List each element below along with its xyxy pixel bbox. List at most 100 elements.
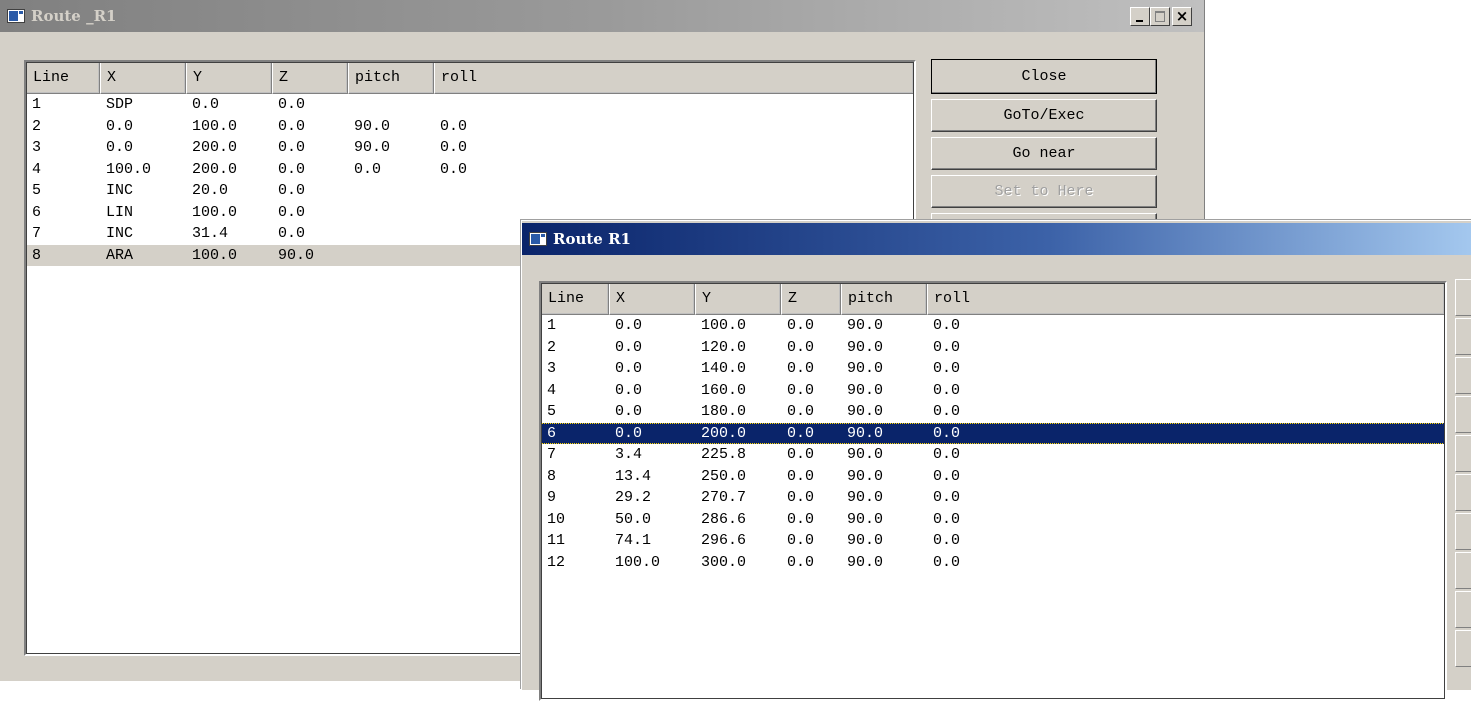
cell-roll: 0.0	[933, 467, 961, 485]
cell-y: 180.0	[701, 403, 747, 420]
cell-x: 13.4	[615, 467, 652, 485]
go-near-button[interactable]: Go near	[931, 137, 1157, 170]
list-row[interactable]: 3 0.0 200.0 0.0 90.0 0.0	[26, 137, 914, 159]
partially-hidden-button[interactable]	[1455, 474, 1471, 511]
partially-hidden-button[interactable]	[1455, 435, 1471, 472]
cell-line: 2	[32, 117, 42, 135]
cell-z: 0.0	[278, 117, 306, 135]
cell-pitch: 90.0	[847, 510, 884, 528]
cell-z: 0.0	[787, 403, 815, 420]
cell-pitch: 0.0	[354, 160, 382, 178]
partially-hidden-button[interactable]	[1455, 357, 1471, 394]
partially-hidden-button[interactable]	[1455, 318, 1471, 355]
cell-pitch	[348, 94, 434, 116]
column-header-pitch[interactable]: pitch	[841, 283, 927, 315]
cell-roll: 0.0	[933, 338, 961, 356]
list-row[interactable]: 1 0.0 100.0 0.0 90.0 0.0	[541, 315, 1445, 337]
column-header-y[interactable]: Y	[186, 62, 272, 94]
list-row[interactable]: 12 100.0 300.0 0.0 90.0 0.0	[541, 552, 1445, 574]
column-header-z[interactable]: Z	[272, 62, 348, 94]
cell-pitch: 90.0	[847, 317, 884, 334]
list-row[interactable]: 7 3.4 225.8 0.0 90.0 0.0	[541, 444, 1445, 466]
column-header-x[interactable]: X	[100, 62, 186, 94]
cell-pitch	[348, 245, 434, 267]
column-header-line[interactable]: Line	[541, 283, 609, 315]
partially-hidden-button[interactable]	[1455, 552, 1471, 589]
goto-exec-button[interactable]: GoTo/Exec	[931, 99, 1157, 132]
cell-roll: 0.0	[933, 489, 961, 506]
cell-y: 20.0	[192, 182, 229, 199]
partially-hidden-button[interactable]	[1455, 591, 1471, 628]
cell-pitch: 90.0	[847, 489, 884, 506]
cell-roll: 0.0	[440, 117, 468, 135]
cell-z: 0.0	[787, 489, 815, 506]
cell-line: 7	[547, 446, 557, 463]
column-header-roll[interactable]: roll	[434, 62, 914, 94]
list-row[interactable]: 11 74.1 296.6 0.0 90.0 0.0	[541, 530, 1445, 552]
cell-pitch: 90.0	[847, 338, 884, 356]
maximize-button[interactable]	[1150, 7, 1170, 26]
cell-y: 225.8	[701, 446, 747, 463]
title-bar[interactable]: Route _R1 ×	[0, 0, 1204, 32]
cell-line: 10	[547, 510, 566, 528]
cell-roll: 0.0	[933, 532, 961, 549]
list-row[interactable]: 9 29.2 270.7 0.0 90.0 0.0	[541, 487, 1445, 509]
cell-x: SDP	[106, 96, 134, 113]
cell-x: 0.0	[106, 139, 134, 156]
cell-line: 3	[547, 360, 557, 377]
app-window-icon	[7, 9, 25, 23]
close-window-button[interactable]: ×	[1172, 7, 1192, 26]
partially-hidden-button[interactable]	[1455, 279, 1471, 316]
window-title: Route R1	[553, 230, 631, 248]
column-header-pitch[interactable]: pitch	[348, 62, 434, 94]
cell-z: 0.0	[787, 381, 815, 399]
cell-roll: 0.0	[933, 553, 961, 571]
cell-y: 160.0	[701, 381, 747, 399]
list-row[interactable]: 2 0.0 120.0 0.0 90.0 0.0	[541, 337, 1445, 359]
cell-x: 29.2	[615, 489, 652, 506]
list-body: 1 0.0 100.0 0.0 90.0 0.0 2 0.0 120.0 0.0 90.0 0.0 3 0…	[541, 315, 1445, 573]
list-row[interactable]: 8 13.4 250.0 0.0 90.0 0.0	[541, 466, 1445, 488]
column-header-y[interactable]: Y	[695, 283, 781, 315]
cell-pitch: 90.0	[847, 424, 884, 442]
set-to-here-button[interactable]: Set to Here	[931, 175, 1157, 208]
cell-x: INC	[106, 225, 134, 242]
route-points-list[interactable]: Line X Y Z pitch roll 1 0.0 100.0 0.0 90.0 0.…	[539, 281, 1447, 701]
list-row[interactable]: 4 0.0 160.0 0.0 90.0 0.0	[541, 380, 1445, 402]
partially-hidden-button[interactable]	[1455, 513, 1471, 550]
cell-roll	[434, 94, 634, 116]
list-header: Line X Y Z pitch roll	[541, 283, 1445, 315]
cell-pitch: 90.0	[847, 446, 884, 463]
list-row[interactable]: 3 0.0 140.0 0.0 90.0 0.0	[541, 358, 1445, 380]
cell-roll: 0.0	[933, 317, 961, 334]
list-row[interactable]: 5 0.0 180.0 0.0 90.0 0.0	[541, 401, 1445, 423]
list-row[interactable]: 4 100.0 200.0 0.0 0.0 0.0	[26, 159, 914, 181]
partially-hidden-button[interactable]	[1455, 396, 1471, 433]
title-bar[interactable]: Route R1	[522, 223, 1471, 255]
cell-roll: 0.0	[933, 446, 961, 463]
cell-y: 250.0	[701, 467, 747, 485]
minimize-button[interactable]	[1130, 7, 1150, 26]
column-header-x[interactable]: X	[609, 283, 695, 315]
list-row[interactable]: 10 50.0 286.6 0.0 90.0 0.0	[541, 509, 1445, 531]
cell-line: 4	[547, 381, 557, 399]
cell-line: 3	[32, 139, 42, 156]
list-row[interactable]: 6 0.0 200.0 0.0 90.0 0.0	[541, 422, 1445, 444]
cell-y: 200.0	[192, 160, 238, 178]
cell-y: 200.0	[192, 139, 238, 156]
cell-z: 0.0	[787, 338, 815, 356]
cell-z: 0.0	[787, 467, 815, 485]
close-button[interactable]: Close	[931, 59, 1157, 94]
cell-y: 300.0	[701, 553, 747, 571]
list-row[interactable]: 1 SDP 0.0 0.0	[26, 94, 914, 116]
column-header-z[interactable]: Z	[781, 283, 841, 315]
column-header-line[interactable]: Line	[26, 62, 100, 94]
list-row[interactable]: 2 0.0 100.0 0.0 90.0 0.0	[26, 116, 914, 138]
list-row[interactable]: 5 INC 20.0 0.0	[26, 180, 914, 202]
partially-hidden-button[interactable]	[1455, 630, 1471, 667]
column-header-roll[interactable]: roll	[927, 283, 1445, 315]
cell-z: 0.0	[787, 317, 815, 334]
cell-line: 12	[547, 553, 566, 571]
cell-x: 0.0	[615, 424, 643, 442]
cell-pitch: 90.0	[354, 117, 391, 135]
